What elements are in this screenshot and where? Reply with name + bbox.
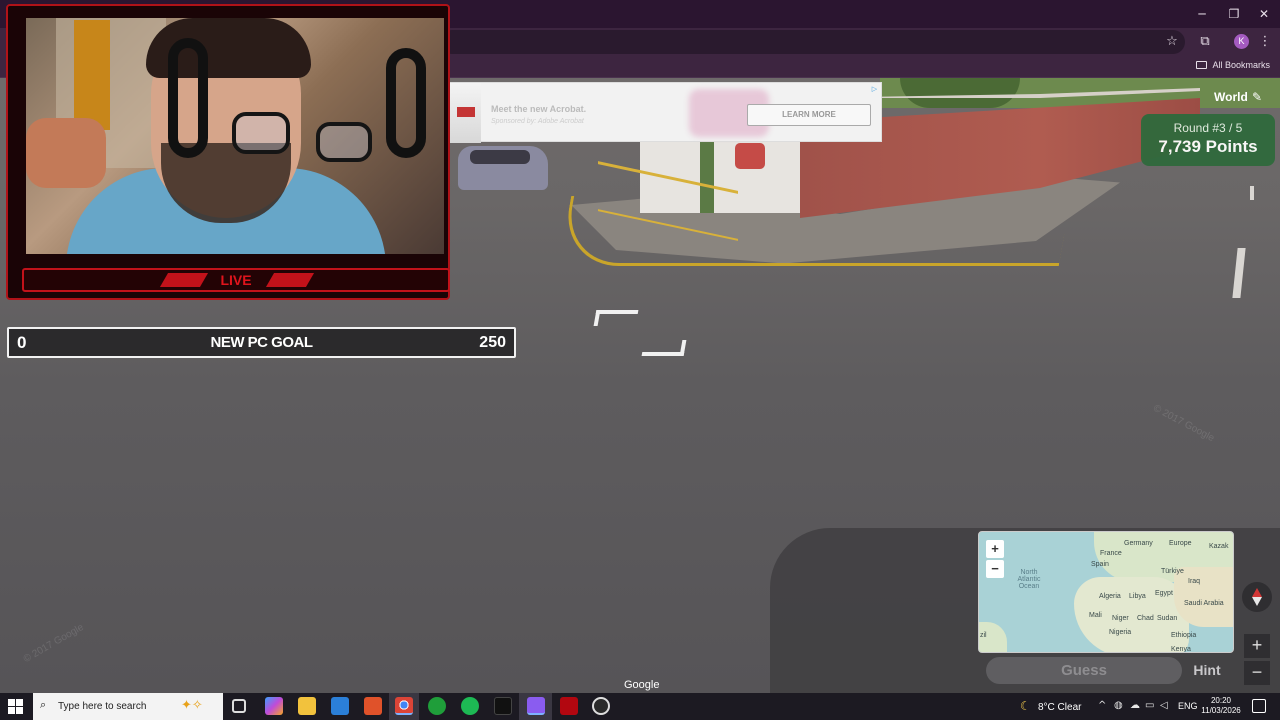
close-icon[interactable]: ✕ <box>1249 4 1279 24</box>
clock-time: 20:20 <box>1210 696 1232 705</box>
webcam-feed <box>26 18 444 254</box>
tray-chevron-icon[interactable]: ^ <box>1098 700 1106 711</box>
copilot-icon[interactable] <box>265 697 283 715</box>
road-marking <box>1250 186 1254 200</box>
map-label: Kenya <box>1171 646 1191 653</box>
outlook-icon[interactable] <box>331 697 349 715</box>
imagery-watermark: © 2017 Google <box>21 621 86 666</box>
map-label: Nigeria <box>1109 629 1132 636</box>
brave-icon[interactable] <box>364 697 382 715</box>
map-label: Iraq <box>1188 578 1201 585</box>
ad-banner[interactable]: Meet the new Acrobat. Sponsored by: Adob… <box>448 82 882 143</box>
cloud-icon[interactable]: ☁ <box>1130 700 1140 711</box>
map-label: zil <box>980 632 987 639</box>
search-icon: ⌕ <box>40 698 47 711</box>
map-label: Egypt <box>1155 590 1173 597</box>
map-label: Saudi Arabia <box>1184 600 1224 607</box>
profile-avatar[interactable]: K <box>1234 34 1249 49</box>
recorder-icon[interactable] <box>592 697 610 715</box>
map-zoom-in-button[interactable]: + <box>986 540 1004 558</box>
points-total: 7,739 Points <box>1158 137 1258 156</box>
start-button[interactable] <box>8 699 23 714</box>
restore-icon[interactable]: ❐ <box>1219 4 1249 24</box>
map-name: World <box>1214 90 1248 104</box>
imagery-watermark: © 2017 Google <box>1151 402 1217 445</box>
goal-label: NEW PC GOAL <box>210 334 314 351</box>
map-label: Sudan <box>1157 615 1178 622</box>
street-view-zoom-in-button[interactable]: + <box>1244 634 1270 658</box>
ad-choices-icon[interactable]: ▷ <box>870 85 879 94</box>
webcam-overlay: LIVE <box>6 4 450 300</box>
map-label: Türkiye <box>1161 568 1184 575</box>
map-label: North Atlantic Ocean <box>1017 569 1041 590</box>
map-label: France <box>1100 550 1122 557</box>
live-label: LIVE <box>220 272 252 288</box>
street-view-zoom-out-button[interactable]: − <box>1244 661 1270 685</box>
screen: ─ ❐ ✕ ☆ ⧉ ⋮ K All Bookmarks © 2017 Googl… <box>0 0 1280 720</box>
weather-widget[interactable]: ☾ 8°C Clear <box>1020 700 1081 713</box>
map-label: Chad <box>1137 615 1154 622</box>
map-label: Spain <box>1091 561 1109 568</box>
all-bookmarks-button[interactable]: All Bookmarks <box>1196 60 1270 70</box>
stop-sign <box>735 143 765 169</box>
notification-icon[interactable] <box>1252 699 1266 713</box>
address-bar[interactable] <box>440 30 1185 54</box>
streaming-app-icon[interactable] <box>527 697 545 715</box>
road-marking <box>1232 248 1246 298</box>
ad-title: Meet the new Acrobat. <box>491 104 587 114</box>
windows-taskbar: ⌕ Type here to search ✦✧ ☾ 8°C Clear ^ ◍ … <box>0 693 1280 720</box>
map-label: Kazak <box>1209 543 1229 550</box>
round-counter: Round #3 / 5 <box>1173 121 1243 135</box>
display-icon[interactable]: ▭ <box>1145 700 1154 711</box>
guess-button[interactable]: Guess <box>986 657 1182 684</box>
network-icon[interactable]: ◍ <box>1114 700 1123 711</box>
spotify-icon[interactable] <box>461 697 479 715</box>
volume-icon[interactable]: ◁ <box>1160 700 1168 711</box>
map-label: Ethiopia <box>1171 632 1197 639</box>
map-label: Algeria <box>1099 593 1121 600</box>
ad-thumbnail <box>449 83 481 143</box>
learn-more-button[interactable]: LEARN MORE <box>747 104 871 126</box>
tiktok-icon[interactable] <box>494 697 512 715</box>
goal-bar: 0 NEW PC GOAL 250 <box>7 327 516 358</box>
bookmark-star-icon[interactable]: ☆ <box>1163 33 1181 51</box>
search-placeholder: Type here to search <box>58 701 147 712</box>
clock-date: 11/03/2026 <box>1201 706 1241 715</box>
map-label: Niger <box>1112 615 1129 622</box>
taskbar-search-box[interactable]: ⌕ Type here to search ✦✧ <box>33 693 223 720</box>
goal-end-value: 250 <box>479 334 506 351</box>
google-attribution: Google <box>624 679 660 691</box>
map-label: Germany <box>1124 540 1153 547</box>
chrome-icon[interactable] <box>395 697 413 715</box>
all-bookmarks-label: All Bookmarks <box>1212 60 1270 70</box>
guess-minimap[interactable]: Germany Europe Kazak France Spain Türkiy… <box>978 531 1234 653</box>
xbox-icon[interactable] <box>428 697 446 715</box>
map-label: Mali <box>1089 612 1102 619</box>
navigation-cursor-icon <box>593 310 639 326</box>
map-label: Libya <box>1129 593 1146 600</box>
browser-menu-icon[interactable]: ⋮ <box>1256 33 1274 51</box>
edit-icon[interactable]: ✎ <box>1252 90 1266 104</box>
task-view-icon[interactable] <box>232 699 246 713</box>
live-bar: LIVE <box>22 268 450 292</box>
van-window <box>470 150 530 164</box>
ad-sponsor: Sponsored by: Adobe Acrobat <box>491 118 584 125</box>
extensions-icon[interactable]: ⧉ <box>1196 33 1214 51</box>
trees <box>900 78 1020 108</box>
netflix-icon[interactable] <box>560 697 578 715</box>
language-indicator[interactable]: ENG <box>1178 701 1198 711</box>
map-zoom-out-button[interactable]: − <box>986 560 1004 578</box>
weather-text: 8°C Clear <box>1038 702 1082 713</box>
folder-icon <box>1196 61 1208 69</box>
minimize-icon[interactable]: ─ <box>1187 4 1217 24</box>
score-panel: Round #3 / 5 7,739 Points <box>1141 114 1275 166</box>
taskbar-clock[interactable]: 20:20 11/03/2026 <box>1200 696 1242 716</box>
navigation-cursor-icon <box>641 340 687 356</box>
hint-button[interactable]: Hint <box>1186 657 1228 684</box>
search-highlight-icon: ✦✧ <box>181 698 203 713</box>
file-explorer-icon[interactable] <box>298 697 316 715</box>
moon-icon: ☾ <box>1020 699 1031 713</box>
map-label: Europe <box>1169 540 1192 547</box>
